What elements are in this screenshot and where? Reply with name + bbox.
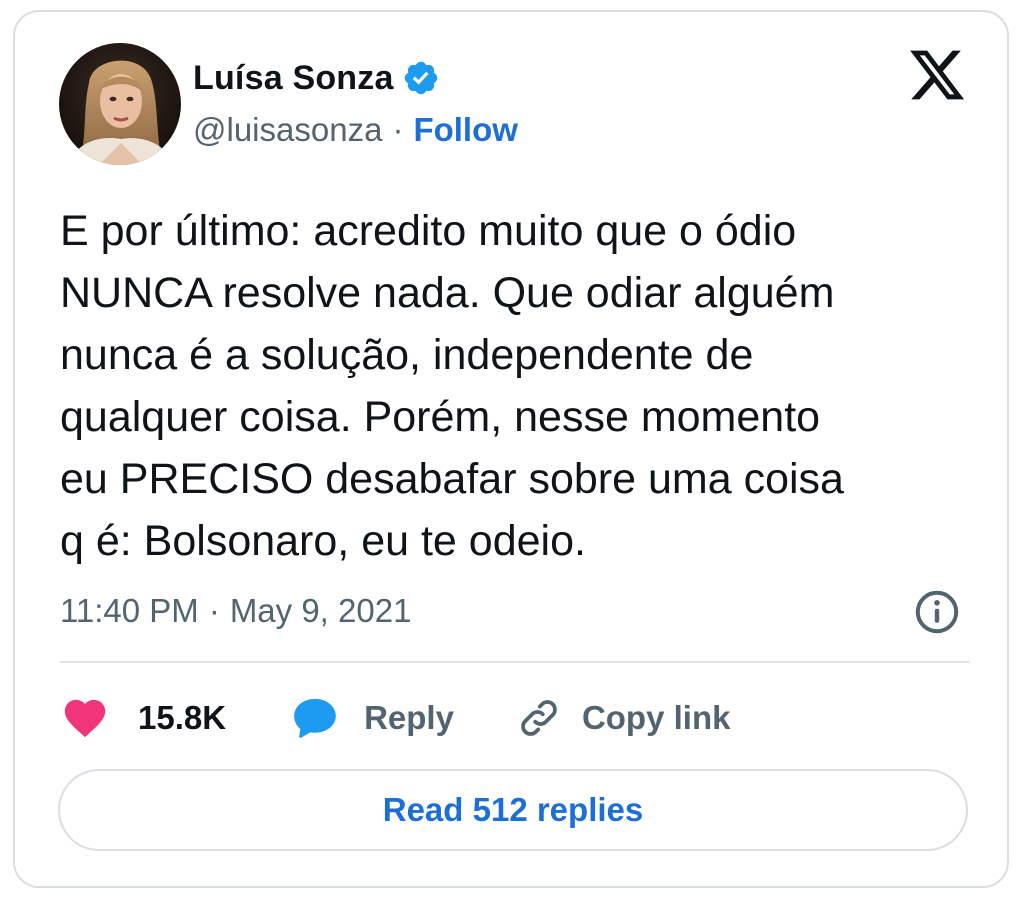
heart-icon [60, 693, 110, 743]
separator-dot: · [208, 592, 220, 629]
x-logo-icon[interactable] [907, 45, 967, 105]
copy-link-button[interactable]: Copy link [514, 693, 731, 743]
like-count: 15.8K [138, 699, 227, 736]
author-name-row: Luísa Sonza [193, 56, 440, 100]
separator-dot: · [392, 111, 404, 148]
author-name[interactable]: Luísa Sonza [193, 59, 394, 98]
speech-bubble-icon [290, 693, 340, 743]
author-handle-row: @luisasonza · Follow [193, 109, 518, 151]
verified-badge-icon [402, 59, 440, 97]
avatar[interactable] [59, 43, 181, 165]
follow-button[interactable]: Follow [413, 111, 517, 149]
link-icon [514, 693, 564, 743]
tweet-timestamp[interactable]: 11:40 PM · May 9, 2021 [60, 587, 411, 635]
action-bar: 15.8K Reply Copy link [60, 690, 730, 746]
tweet-date: May 9, 2021 [229, 592, 412, 629]
reply-label: Reply [364, 699, 454, 736]
like-button[interactable]: 15.8K [60, 693, 226, 743]
divider [60, 661, 970, 663]
author-handle[interactable]: @luisasonza [193, 111, 382, 149]
tweet-card: Luísa Sonza @luisasonza · Follow E por ú… [13, 10, 1009, 888]
read-replies-button[interactable]: Read 512 replies [58, 769, 968, 851]
reply-button[interactable]: Reply [290, 693, 454, 743]
tweet-time: 11:40 PM [60, 592, 199, 629]
info-icon[interactable] [913, 588, 961, 636]
tweet-text: E por último: acredito muito que o ódio … [60, 207, 844, 565]
copy-link-label: Copy link [581, 699, 731, 736]
